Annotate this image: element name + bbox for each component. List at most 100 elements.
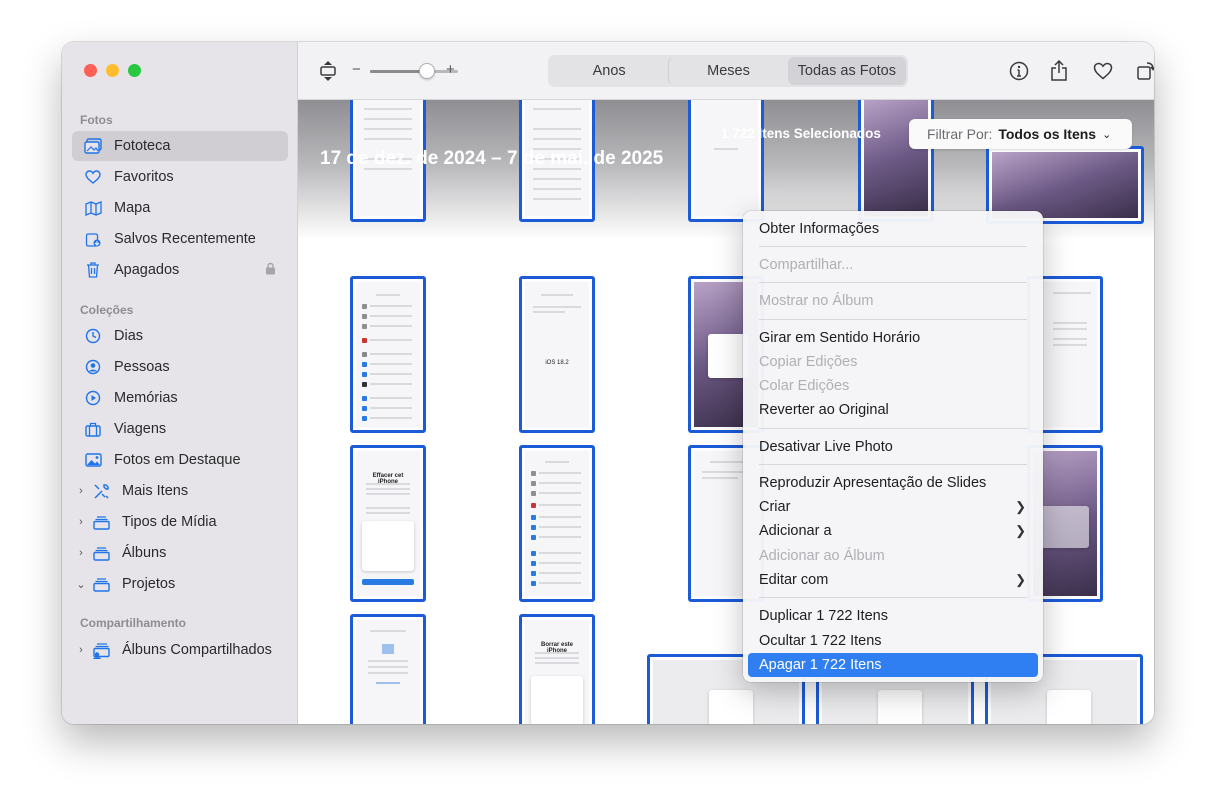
sidebar-item-mapa[interactable]: Mapa (72, 193, 288, 223)
sidebar-item-mais-itens[interactable]: › Mais Itens (72, 476, 288, 506)
suitcase-icon (82, 420, 104, 438)
zoom-in-button[interactable]: + (446, 61, 455, 78)
menu-item-adicionar-ao-album[interactable]: Adicionar ao Álbum (748, 544, 1038, 568)
photo-thumbnail[interactable] (350, 276, 426, 433)
screenshot-content (992, 152, 1138, 218)
selection-count: 1 722 Itens Selecionados (721, 126, 881, 141)
sidebar-item-label: Apagados (114, 262, 180, 278)
minimize-window-button[interactable] (106, 64, 119, 77)
photo-thumbnail[interactable]: Borrar este iPhone (519, 614, 595, 724)
tab-todas-as-fotos[interactable]: Todas as Fotos (787, 57, 906, 85)
menu-item-reverter[interactable]: Reverter ao Original (748, 398, 1038, 422)
menu-item-copiar-edicoes[interactable]: Copiar Edições (748, 350, 1038, 374)
photo-library-icon (82, 137, 104, 155)
rotate-icon[interactable] (1134, 59, 1154, 83)
sidebar-item-label: Álbuns Compartilhados (122, 642, 272, 658)
ios-version-text: iOS 18.2 (545, 360, 569, 366)
photo-thumbnail[interactable] (688, 100, 764, 222)
menu-separator (759, 597, 1027, 598)
sidebar-item-label: Tipos de Mídia (122, 514, 217, 530)
menu-item-criar[interactable]: Criar ❯ (748, 495, 1038, 519)
sidebar-item-label: Álbuns (122, 545, 167, 561)
photo-thumbnail[interactable]: iOS 18.2 (519, 276, 595, 433)
menu-item-label: Editar com (759, 572, 829, 588)
menu-item-compartilhar[interactable]: Compartilhar... (748, 253, 1038, 277)
screenshot-content: iOS 18.2 (525, 282, 589, 427)
sidebar-item-favoritos[interactable]: Favoritos (72, 162, 288, 192)
menu-item-apagar[interactable]: Apagar 1 722 Itens (748, 653, 1038, 677)
sidebar-item-salvos-recentemente[interactable]: Salvos Recentemente (72, 224, 288, 254)
menu-item-ocultar[interactable]: Ocultar 1 722 Itens (748, 629, 1038, 653)
sidebar-item-dias[interactable]: Dias (72, 321, 288, 351)
screenshot-content (864, 100, 928, 216)
context-menu: Obter Informações Compartilhar... Mostra… (743, 211, 1043, 682)
sidebar-item-apagados[interactable]: Apagados (72, 255, 288, 285)
section-label-fotos: Fotos (80, 113, 113, 127)
menu-item-girar[interactable]: Girar em Sentido Horário (748, 326, 1038, 350)
menu-item-label: Adicionar a (759, 523, 832, 539)
close-window-button[interactable] (84, 64, 97, 77)
toolbar: − + Anos Meses Todas as Fotos (298, 42, 1154, 100)
menu-item-duplicar[interactable]: Duplicar 1 722 Itens (748, 604, 1038, 628)
screenshot-content: Borrar este iPhone (525, 620, 589, 724)
date-range-title: 17 de dez. de 2024 – 7 de mai. de 2025 (320, 148, 664, 169)
menu-separator (759, 282, 1027, 283)
menu-item-editar-com[interactable]: Editar com ❯ (748, 568, 1038, 592)
share-icon[interactable] (1047, 59, 1071, 83)
sidebar-item-albuns-compartilhados[interactable]: › Álbuns Compartilhados (72, 635, 288, 665)
photo-thumbnail[interactable]: Effacer cet iPhone (350, 445, 426, 602)
chevron-right-icon[interactable]: › (74, 516, 88, 528)
window-controls (84, 64, 141, 77)
sidebar-item-fotos-em-destaque[interactable]: Fotos em Destaque (72, 445, 288, 475)
tab-meses[interactable]: Meses (668, 57, 787, 85)
sidebar-item-label: Fototeca (114, 138, 171, 154)
screenshot-content (525, 451, 589, 596)
sidebar-item-viagens[interactable]: Viagens (72, 414, 288, 444)
screenshot-content (356, 282, 420, 427)
sidebar-item-label: Salvos Recentemente (114, 231, 256, 247)
photo-thumbnail[interactable] (519, 445, 595, 602)
chevron-right-icon[interactable]: › (74, 547, 88, 559)
recently-saved-icon (82, 230, 104, 248)
heart-icon (82, 168, 104, 186)
sidebar-item-label: Fotos em Destaque (114, 452, 241, 468)
chevron-down-icon[interactable]: ⌄ (74, 578, 88, 591)
stack-icon (90, 544, 112, 562)
menu-item-obter-informacoes[interactable]: Obter Informações (748, 217, 1038, 241)
sidebar-item-label: Mapa (114, 200, 151, 216)
zoom-slider-knob[interactable] (419, 63, 436, 79)
favorite-heart-icon[interactable] (1091, 59, 1115, 83)
filter-value: Todos os Itens (998, 126, 1097, 142)
chevron-right-icon[interactable]: › (74, 485, 88, 497)
sidebar-item-label: Dias (114, 328, 144, 344)
sidebar-item-label: Projetos (122, 576, 176, 592)
menu-item-colar-edicoes[interactable]: Colar Edições (748, 374, 1038, 398)
zoom-window-button[interactable] (128, 64, 141, 77)
section-label-colecoes: Coleções (80, 303, 134, 317)
tab-anos[interactable]: Anos (550, 57, 668, 85)
sidebar-item-pessoas[interactable]: Pessoas (72, 352, 288, 382)
zoom-out-button[interactable]: − (352, 61, 361, 78)
menu-item-mostrar-no-album[interactable]: Mostrar no Álbum (748, 289, 1038, 313)
menu-item-apresentacao[interactable]: Reproduzir Apresentação de Slides (748, 471, 1038, 495)
sidebar-item-fototeca[interactable]: Fototeca (72, 131, 288, 161)
sidebar-item-albuns[interactable]: › Álbuns (72, 538, 288, 568)
sidebar-item-projetos[interactable]: ⌄ Projetos (72, 569, 288, 599)
chevron-down-icon: ⌄ (1102, 128, 1112, 141)
resize-vertical-icon[interactable] (316, 59, 340, 83)
stack-icon (90, 513, 112, 531)
sidebar-item-memorias[interactable]: Memórias (72, 383, 288, 413)
photo-thumbnail[interactable] (350, 614, 426, 724)
filter-dropdown[interactable]: Filtrar Por: Todos os Itens ⌄ (909, 119, 1132, 149)
menu-item-adicionar-a[interactable]: Adicionar a ❯ (748, 519, 1038, 543)
menu-item-desativar-live-photo[interactable]: Desativar Live Photo (748, 435, 1038, 459)
lock-icon (265, 262, 276, 279)
info-icon[interactable] (1007, 59, 1031, 83)
sidebar-item-tipos-de-midia[interactable]: › Tipos de Mídia (72, 507, 288, 537)
chevron-right-icon[interactable]: › (74, 644, 88, 656)
menu-separator (759, 428, 1027, 429)
trash-icon (82, 261, 104, 279)
menu-item-label: Criar (759, 499, 791, 515)
screenshot-content (356, 620, 420, 724)
zoom-slider[interactable] (370, 70, 458, 73)
